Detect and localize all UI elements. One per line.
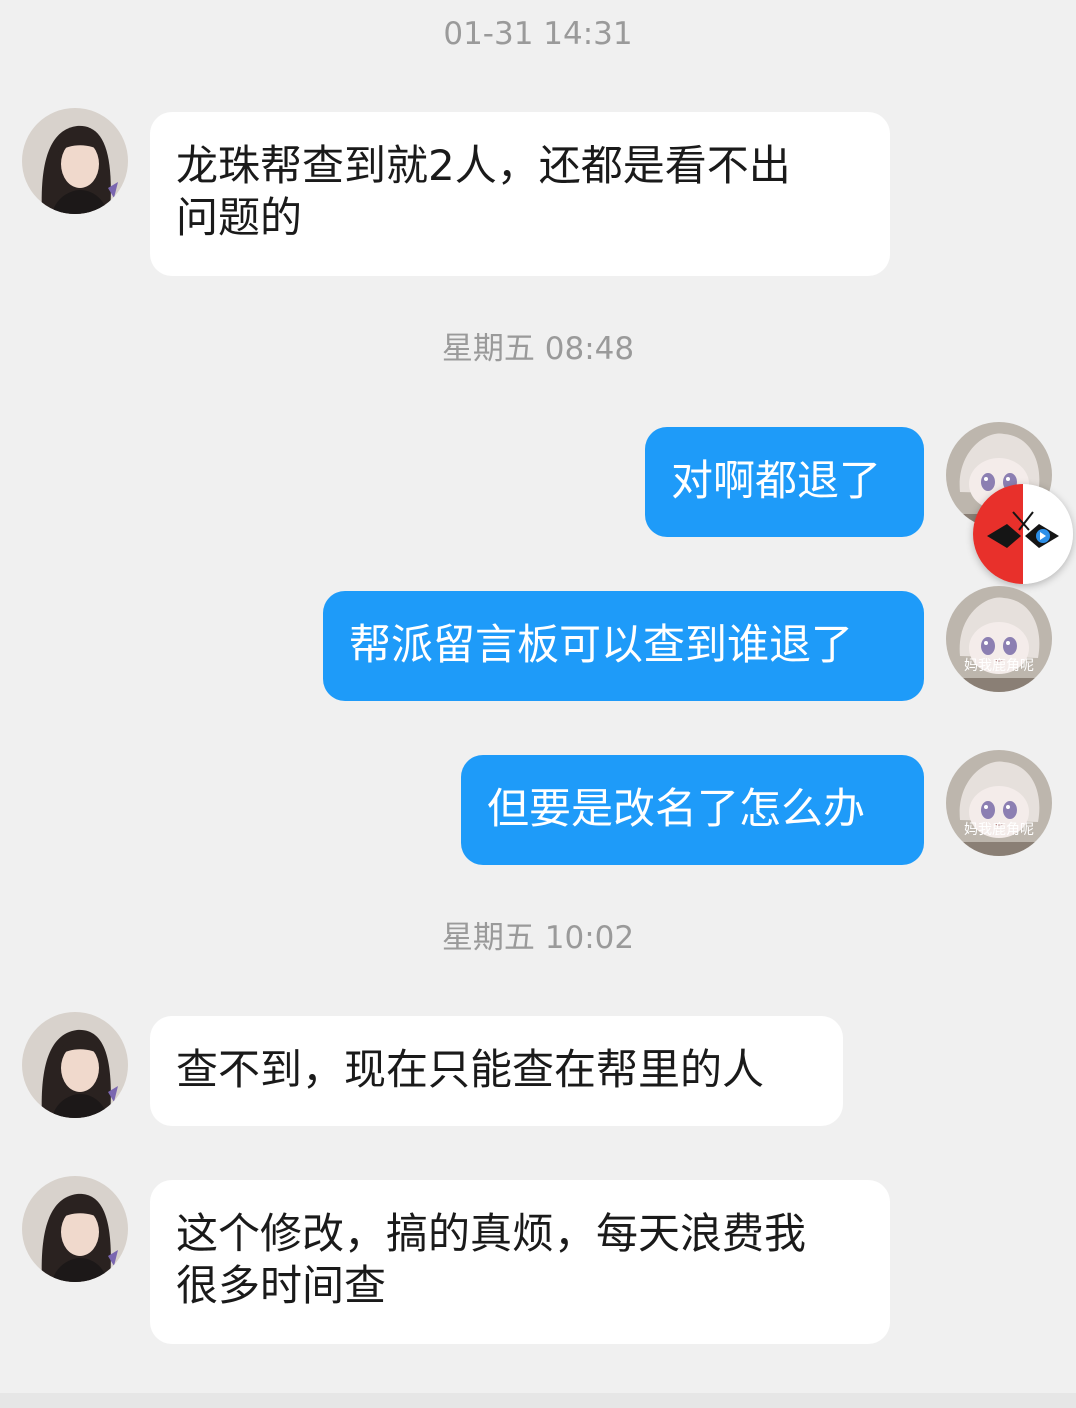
girl-portrait-avatar-icon bbox=[22, 1012, 128, 1118]
message-bubble-outgoing[interactable]: 帮派留言板可以查到谁退了 bbox=[323, 591, 924, 701]
message-bubble-outgoing[interactable]: 对啊都退了 bbox=[645, 427, 924, 537]
timestamp: 01-31 14:31 bbox=[443, 16, 633, 52]
plush-doll-avatar-icon: 妈我鹿角呢 bbox=[946, 750, 1052, 856]
my-avatar[interactable]: 妈我鹿角呢 bbox=[946, 586, 1052, 692]
message-line: 这个修改，搞的真烦，每天浪费我 bbox=[176, 1209, 807, 1258]
contact-avatar[interactable] bbox=[22, 108, 128, 214]
message-bubble-incoming[interactable]: 龙珠帮查到就2人，还都是看不出 问题的 bbox=[150, 112, 890, 276]
my-avatar[interactable]: 妈我鹿角呢 bbox=[946, 750, 1052, 856]
message-line: 很多时间查 bbox=[176, 1261, 387, 1310]
contact-avatar[interactable] bbox=[22, 1012, 128, 1118]
contact-avatar[interactable] bbox=[22, 1176, 128, 1282]
bottom-divider bbox=[0, 1393, 1076, 1408]
message-bubble-incoming[interactable]: 这个修改，搞的真烦，每天浪费我 很多时间查 bbox=[150, 1180, 890, 1344]
speed-accelerator-icon bbox=[973, 484, 1073, 584]
girl-portrait-avatar-icon bbox=[22, 108, 128, 214]
speed-accelerator-button[interactable] bbox=[973, 484, 1073, 584]
message-text: 但要是改名了怎么办 bbox=[487, 784, 866, 833]
message-line: 龙珠帮查到就2人，还都是看不出 bbox=[176, 141, 791, 190]
timestamp: 星期五 08:48 bbox=[441, 331, 635, 367]
message-line: 问题的 bbox=[176, 193, 303, 242]
timestamp: 星期五 10:02 bbox=[441, 920, 635, 956]
message-text: 查不到，现在只能查在帮里的人 bbox=[176, 1045, 765, 1094]
girl-portrait-avatar-icon bbox=[22, 1176, 128, 1282]
plush-doll-avatar-icon: 妈我鹿角呢 bbox=[946, 586, 1052, 692]
message-text: 对啊都退了 bbox=[671, 456, 882, 505]
message-text: 帮派留言板可以查到谁退了 bbox=[349, 620, 854, 669]
avatar-caption: 妈我鹿角呢 bbox=[964, 821, 1034, 838]
message-bubble-incoming[interactable]: 查不到，现在只能查在帮里的人 bbox=[150, 1016, 843, 1126]
message-bubble-outgoing[interactable]: 但要是改名了怎么办 bbox=[461, 755, 924, 865]
avatar-caption: 妈我鹿角呢 bbox=[964, 657, 1034, 674]
